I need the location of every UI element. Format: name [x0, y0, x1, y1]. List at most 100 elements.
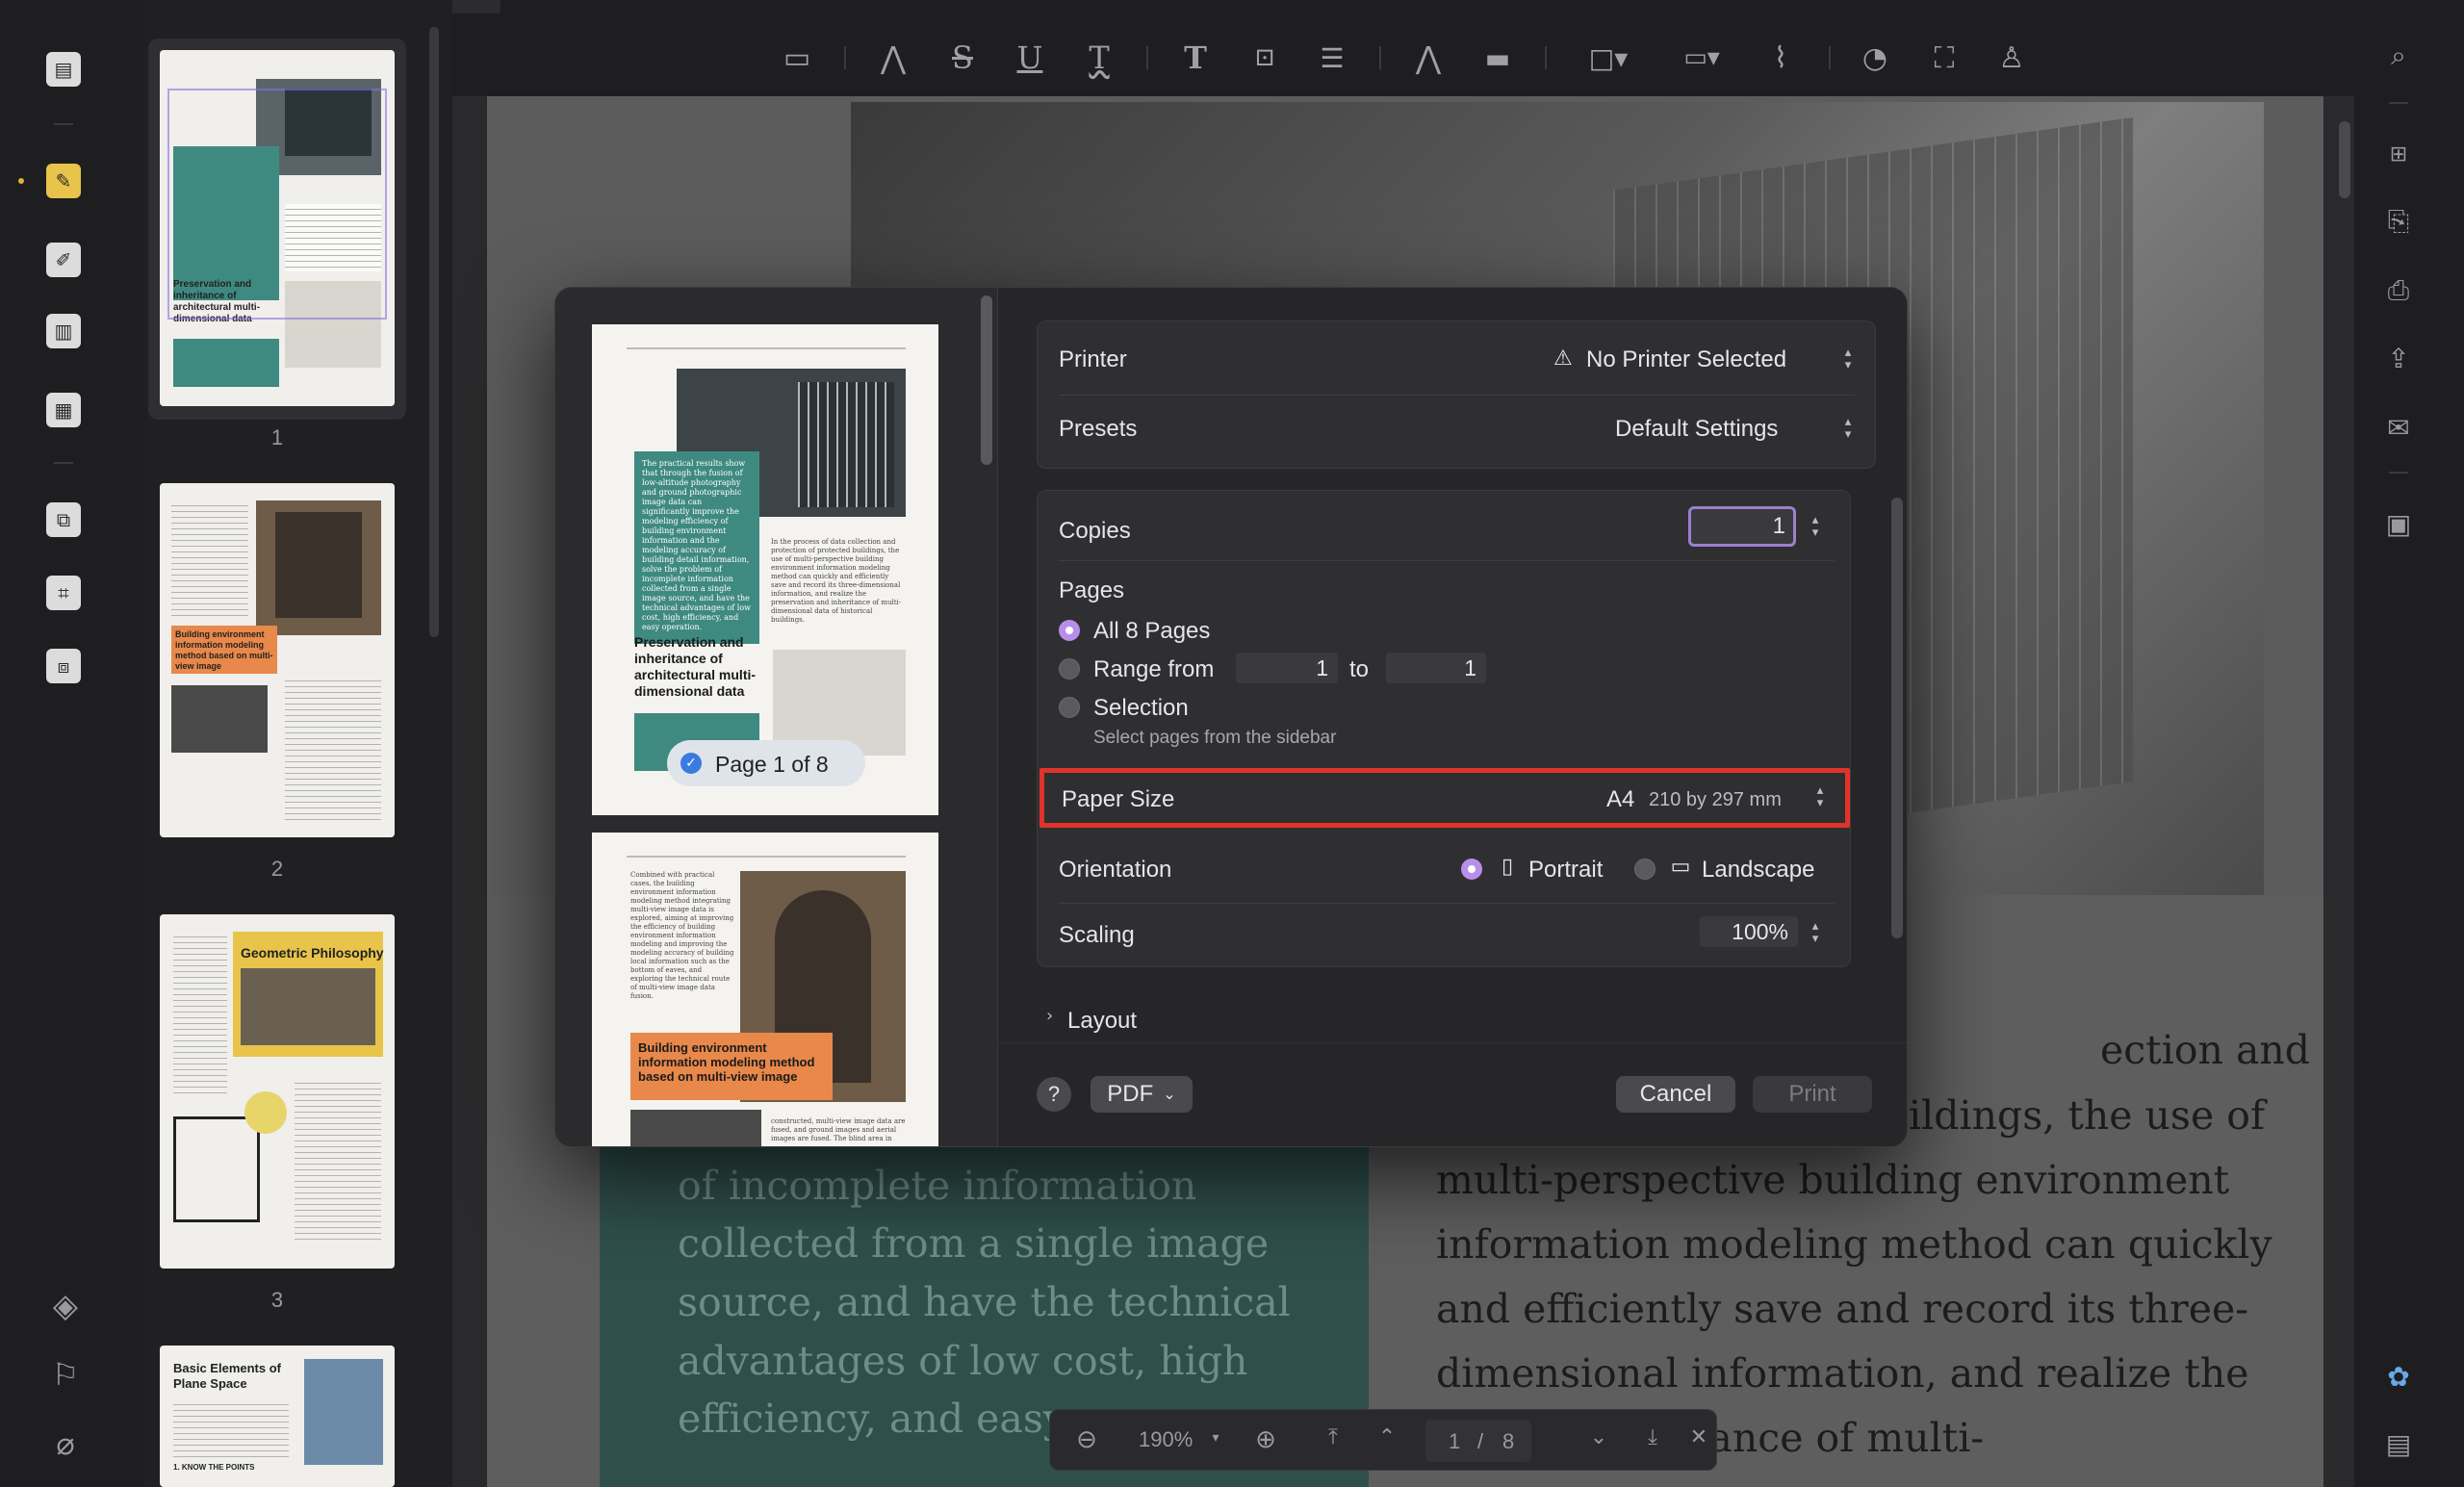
portrait-label: Portrait: [1528, 857, 1604, 883]
thumbnail-4-subtitle: 1. KNOW THE POINTS: [173, 1463, 255, 1472]
presets-select[interactable]: Default Settings ▴ ▾: [1615, 408, 1861, 449]
active-indicator-dot: [18, 178, 24, 184]
bookmark-icon[interactable]: ⚐: [46, 1359, 85, 1390]
comments-panel-icon[interactable]: ▤: [2379, 1424, 2418, 1463]
edit-pdf-icon[interactable]: ✐: [42, 239, 85, 281]
preview-page-1-title: Preservation and inheritance of architec…: [634, 634, 757, 699]
ocr-icon[interactable]: ⊞: [2379, 135, 2418, 173]
range-to-input[interactable]: 1: [1386, 653, 1486, 683]
attachment-icon[interactable]: ⌀: [46, 1428, 85, 1459]
thumbnail-3-title: Geometric Philosophy: [241, 945, 384, 961]
reader-mode-icon[interactable]: ▤: [42, 48, 85, 90]
print-options-group: Copies ▴▾ Pages All 8 Pages Range from 1…: [1037, 490, 1851, 967]
protect-icon[interactable]: ⧈: [42, 645, 85, 687]
landscape-label: Landscape: [1702, 857, 1815, 883]
landscape-radio[interactable]: [1634, 859, 1656, 880]
preview-page-1: The practical results show that through …: [592, 324, 938, 815]
measure-icon[interactable]: ▭▾: [1675, 37, 1729, 79]
convert-icon[interactable]: ⧉: [42, 499, 85, 541]
previous-page-icon[interactable]: ⌃: [1373, 1427, 1400, 1449]
ai-assistant-icon[interactable]: ✿: [2379, 1357, 2418, 1396]
all-pages-radio[interactable]: [1059, 620, 1080, 641]
pencil-icon[interactable]: ⋀: [1409, 37, 1448, 79]
text-icon[interactable]: T: [1176, 37, 1215, 79]
thumbnail-1-number: 1: [270, 425, 284, 449]
zoom-in-icon[interactable]: ⊕: [1252, 1427, 1279, 1452]
convert-file-icon[interactable]: ⎘: [2379, 202, 2418, 241]
save-icon[interactable]: ▣: [2379, 504, 2418, 543]
settings-scrollbar[interactable]: [1891, 498, 1903, 938]
sticker-icon[interactable]: ◔: [1856, 37, 1894, 79]
help-button[interactable]: ?: [1037, 1077, 1071, 1112]
range-to-label: to: [1349, 656, 1370, 682]
text-box-icon[interactable]: ⊡: [1245, 37, 1284, 79]
presets-chevron-icon: ▴ ▾: [1844, 415, 1852, 442]
orientation-label: Orientation: [1059, 857, 1172, 883]
all-pages-label: All 8 Pages: [1093, 618, 1211, 644]
paperclip-icon[interactable]: ⌇: [1761, 37, 1800, 79]
preview-page-1-teal-block: The practical results show that through …: [634, 451, 759, 644]
preview-scrollbar[interactable]: [981, 295, 992, 465]
zoom-dropdown-icon[interactable]: ▾: [1208, 1431, 1223, 1445]
portrait-radio[interactable]: [1461, 859, 1482, 880]
printer-presets-group: Printer ⚠ No Printer Selected ▴ ▾ Presets…: [1037, 320, 1876, 469]
strikethrough-icon[interactable]: S: [943, 37, 982, 79]
cancel-button[interactable]: Cancel: [1616, 1076, 1735, 1113]
document-heading-fragment: ection and: [2100, 1027, 2311, 1073]
printer-select[interactable]: ⚠ No Printer Selected ▴ ▾: [1553, 339, 1861, 379]
thumbnail-page-2[interactable]: Building environment information modelin…: [160, 483, 395, 837]
last-page-icon[interactable]: ⤓: [1639, 1427, 1666, 1449]
protect-file-icon[interactable]: ⎙: [2379, 271, 2418, 310]
layers-icon[interactable]: ◈: [46, 1290, 85, 1322]
first-page-icon[interactable]: ⤒: [1320, 1427, 1347, 1449]
signature-icon[interactable]: ♙: [1992, 37, 2031, 79]
copies-stepper[interactable]: ▴ ▾: [1806, 510, 1825, 543]
underline-icon[interactable]: U: [1011, 37, 1049, 79]
paper-size-dimensions: 210 by 297 mm: [1649, 789, 1782, 810]
scaling-stepper[interactable]: ▴ ▾: [1806, 916, 1825, 949]
stamp-icon[interactable]: ⛶: [1925, 37, 1964, 79]
range-from-input[interactable]: 1: [1236, 653, 1338, 683]
close-nav-icon[interactable]: ✕: [1685, 1427, 1712, 1449]
range-from-label: Range from: [1093, 656, 1215, 682]
landscape-icon: ▭: [1670, 855, 1691, 879]
presets-label: Presets: [1059, 416, 1138, 442]
comment-icon[interactable]: ▭: [778, 37, 816, 79]
thumbnail-page-3[interactable]: Geometric Philosophy: [160, 914, 395, 1269]
zoom-level[interactable]: 190%: [1139, 1427, 1193, 1452]
current-page-field[interactable]: 1 / 8: [1425, 1420, 1531, 1462]
zoom-out-icon[interactable]: ⊖: [1073, 1427, 1100, 1452]
range-radio[interactable]: [1059, 658, 1080, 679]
text-callout-icon[interactable]: ☰: [1313, 37, 1351, 79]
paper-size-row[interactable]: Paper Size A4 210 by 297 mm ▴ ▾: [1040, 768, 1850, 828]
warning-icon: ⚠: [1553, 346, 1573, 371]
print-button[interactable]: Print: [1753, 1076, 1872, 1113]
app-window: ▤ ✎ ✐ ▥ ▦ ⧉ ⌗ ⧈ ◈ ⚐ ⌀ Preservation and i…: [0, 0, 2464, 1487]
copies-input[interactable]: [1688, 506, 1796, 547]
organize-pages-icon[interactable]: ▥: [42, 310, 85, 352]
document-scrollbar[interactable]: [2339, 121, 2350, 198]
thumbnail-scrollbar[interactable]: [429, 27, 439, 637]
selection-radio[interactable]: [1059, 697, 1080, 718]
page-separator: /: [1477, 1429, 1484, 1453]
preview-page-2-orange-block: Building environment information modelin…: [630, 1033, 833, 1100]
comment-mode-icon[interactable]: ✎: [42, 160, 85, 202]
search-icon[interactable]: ⌕: [2379, 37, 2418, 75]
pdf-menu-button[interactable]: PDF ⌄: [1091, 1076, 1193, 1113]
print-preview-pane: The practical results show that through …: [555, 288, 998, 1146]
shape-icon[interactable]: □▾: [1584, 37, 1632, 79]
thumbnail-page-4[interactable]: Basic Elements of Plane Space 1. KNOW TH…: [160, 1346, 395, 1487]
share-icon[interactable]: ⇪: [2379, 339, 2418, 377]
checkmark-icon: ✓: [680, 753, 702, 774]
crop-icon[interactable]: ⌗: [42, 572, 85, 614]
thumbnail-page-1[interactable]: Preservation and inheritance of architec…: [160, 50, 395, 406]
current-page-number: 1: [1449, 1429, 1461, 1453]
scaling-input[interactable]: 100%: [1700, 916, 1798, 947]
highlight-icon[interactable]: ⋀: [874, 37, 912, 79]
form-icon[interactable]: ▦: [42, 389, 85, 431]
squiggly-icon[interactable]: T: [1080, 37, 1118, 79]
layout-disclosure[interactable]: › Layout: [1046, 1004, 1239, 1037]
eraser-icon[interactable]: ▬: [1478, 37, 1517, 79]
mail-icon[interactable]: ✉: [2379, 408, 2418, 447]
next-page-icon[interactable]: ⌄: [1585, 1427, 1612, 1449]
